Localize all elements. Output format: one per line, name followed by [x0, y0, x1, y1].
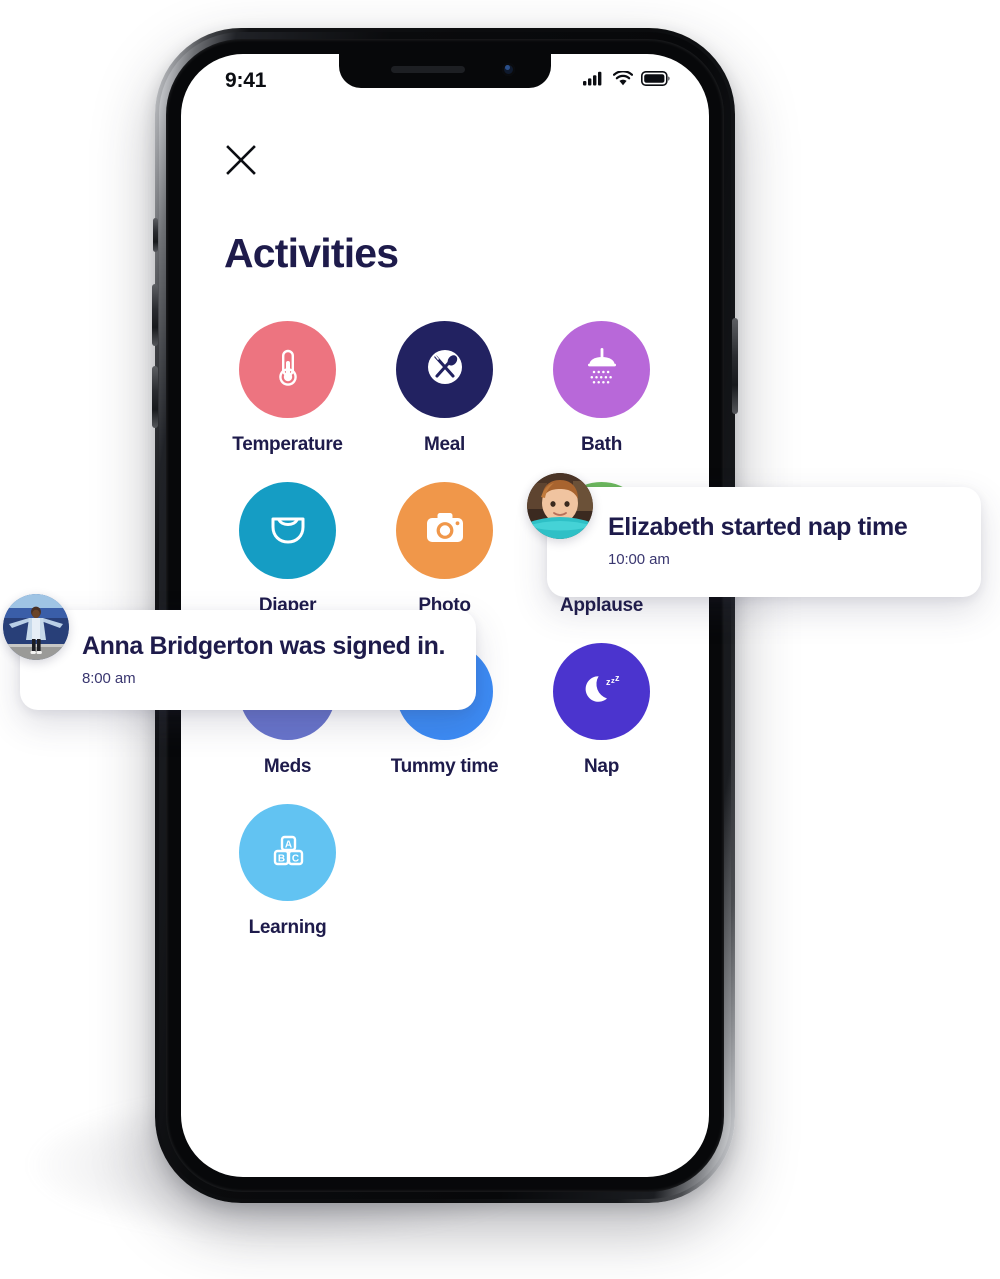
activity-diaper[interactable]: Diaper	[209, 482, 366, 617]
notification-card-nap[interactable]: Elizabeth started nap time 10:00 am	[547, 487, 981, 597]
activity-icon-circle: A B C	[239, 804, 336, 901]
battery-full-icon	[641, 71, 671, 91]
svg-text:A: A	[284, 839, 291, 850]
svg-text:z: z	[615, 673, 620, 683]
diaper-icon	[264, 504, 312, 557]
activity-label: Meal	[423, 434, 466, 455]
activity-nap[interactable]: z z z Nap	[523, 643, 680, 778]
activity-label: Meds	[263, 756, 312, 777]
fork-spoon-icon	[419, 341, 471, 398]
wifi-icon	[612, 70, 634, 91]
notification-time: 8:00 am	[82, 670, 136, 687]
activity-meal[interactable]: Meal	[366, 321, 523, 456]
cellular-signal-icon	[583, 71, 605, 91]
status-bar: 9:41	[181, 54, 709, 106]
activity-temperature[interactable]: Temperature	[209, 321, 366, 456]
activity-label: Nap	[584, 756, 619, 777]
abc-blocks-icon: A B C	[264, 826, 312, 879]
activity-icon-circle: z z z	[553, 643, 650, 740]
shower-icon	[577, 342, 627, 397]
volume-up-button[interactable]	[152, 284, 158, 346]
mute-switch[interactable]	[153, 218, 158, 252]
activity-label: Temperature	[232, 434, 343, 455]
activity-photo[interactable]: Photo	[366, 482, 523, 617]
activity-icon-circle	[553, 321, 650, 418]
status-bar-icons	[583, 70, 671, 91]
camera-icon	[420, 503, 470, 558]
notification-card-signin[interactable]: Anna Bridgerton was signed in. 8:00 am	[20, 610, 476, 710]
status-bar-time: 9:41	[225, 69, 267, 92]
activity-label: Bath	[580, 434, 623, 455]
volume-down-button[interactable]	[152, 366, 158, 428]
notification-time: 10:00 am	[608, 551, 670, 568]
notification-title: Anna Bridgerton was signed in.	[82, 632, 446, 660]
activity-bath[interactable]: Bath	[523, 321, 680, 456]
activity-icon-circle	[396, 321, 493, 418]
moon-zzz-icon: z z z	[577, 664, 627, 719]
power-button[interactable]	[732, 318, 738, 414]
svg-text:B: B	[277, 853, 284, 864]
thermometer-icon	[265, 344, 311, 395]
activity-icon-circle	[239, 482, 336, 579]
notification-title: Elizabeth started nap time	[608, 513, 908, 541]
activity-learning[interactable]: A B C Learning	[209, 804, 366, 939]
person-photo-avatar	[3, 594, 69, 660]
activity-label: Applause	[559, 595, 644, 616]
close-x-icon[interactable]	[225, 144, 257, 176]
svg-text:C: C	[291, 853, 298, 864]
activity-label: Learning	[248, 917, 327, 938]
activity-icon-circle	[396, 482, 493, 579]
page-title: Activities	[224, 230, 399, 276]
child-photo-avatar	[527, 473, 593, 539]
activity-label: Tummy time	[390, 756, 499, 777]
activity-icon-circle	[239, 321, 336, 418]
